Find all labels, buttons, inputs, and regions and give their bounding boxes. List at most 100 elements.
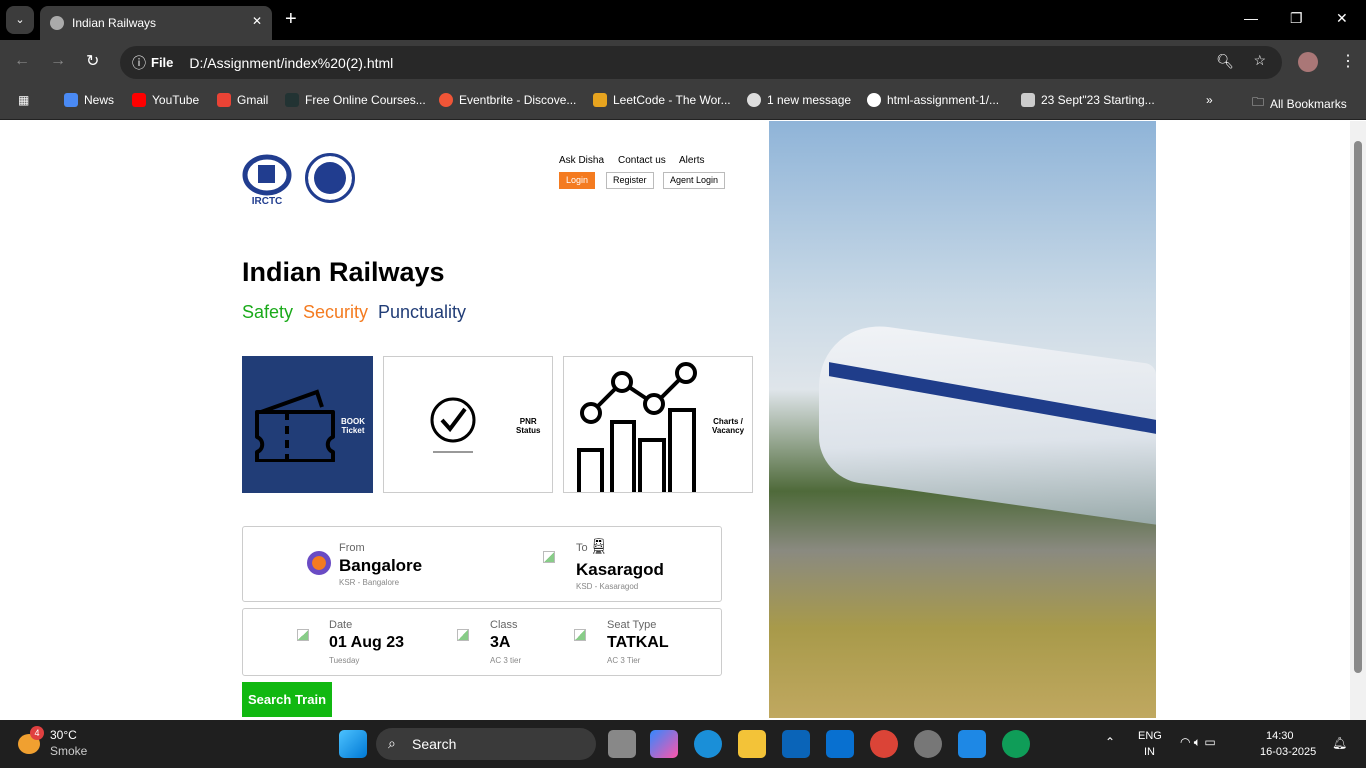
bookmark-gmail[interactable]: Gmail [217,93,268,107]
address-bar[interactable]: ⓘ File D:/Assignment/index%20(2).html 🔍︎… [120,46,1282,79]
url-text[interactable]: D:/Assignment/index%20(2).html [189,55,393,71]
date-label: Date [329,619,353,631]
settings-icon[interactable] [914,730,942,758]
forward-icon[interactable]: → [50,52,66,70]
contact-us-link[interactable]: Contact us [618,155,666,166]
pnr-status-card[interactable]: PNR Status [383,356,553,493]
minimize-button[interactable]: — [1244,10,1258,26]
tab-indian-railways[interactable]: Indian Railways ✕ [40,6,272,40]
outlook-icon[interactable] [782,730,810,758]
to-label: To [576,542,588,554]
from-label: From [339,542,365,554]
class-desc: AC 3 tier [490,656,522,665]
tab-title: Indian Railways [72,16,157,30]
toolbar: ← → ↻ ⓘ File D:/Assignment/index%20(2).h… [0,40,1366,85]
train-icon [307,551,331,575]
start-button[interactable] [339,730,367,758]
tab-strip: ⌄ Indian Railways ✕ + — ❐ ✕ [0,0,1366,40]
tagline-safety: Safety [242,302,294,322]
details-box[interactable]: Date 01 Aug 23 Tuesday Class 3A AC 3 tie… [242,608,722,676]
seat-type-label: Seat Type [607,619,657,631]
clock-time[interactable]: 14:30 [1266,730,1294,742]
bookmark-youtube[interactable]: YouTube [132,93,199,107]
language[interactable]: ENG [1138,730,1162,742]
wifi-icon[interactable]: ◠ 🔈︎ ▭ [1180,735,1216,750]
seat-type-value[interactable]: TATKAL [607,634,669,652]
chrome-profile-icon[interactable] [1002,730,1030,758]
menu-icon[interactable]: ⋮ [1340,51,1356,71]
login-button[interactable]: Login [559,172,596,189]
taskbar-search[interactable]: ⌕ Search [376,728,596,760]
svg-text:IRCTC: IRCTC [252,196,283,205]
agent-login-button[interactable]: Agent Login [663,172,726,189]
register-button[interactable]: Register [606,172,654,189]
alerts-link[interactable]: Alerts [679,155,705,166]
broken-image-icon [574,629,586,641]
journey-box[interactable]: From Bangalore KSR - Bangalore To 🚆︎ Kas… [242,526,722,602]
region[interactable]: IN [1144,746,1155,758]
to-code: KSD - Kasaragod [576,582,639,591]
date-value[interactable]: 01 Aug 23 [329,634,404,652]
from-code: KSR - Bangalore [339,578,400,587]
new-tab-button[interactable]: + [285,8,297,31]
tab-search-button[interactable]: ⌄ [6,6,34,34]
edge-icon[interactable] [694,730,722,758]
more-bookmarks-icon[interactable]: » [1206,93,1213,107]
close-window-button[interactable]: ✕ [1336,10,1348,27]
check-circle-icon [430,397,476,453]
info-icon[interactable]: ⓘ [132,53,146,73]
copilot-icon[interactable] [650,730,678,758]
to-station[interactable]: Kasaragod [576,560,664,580]
bookmark-github[interactable]: html-assignment-1/... [867,93,999,107]
reload-icon[interactable]: ↻ [86,51,99,71]
bookmark-eventbrite[interactable]: Eventbrite - Discove... [439,93,576,107]
apps-icon[interactable]: ▦ [18,93,29,107]
maximize-button[interactable]: ❐ [1290,10,1303,27]
clock-date[interactable]: 16-03-2025 [1260,746,1316,758]
broken-image-icon [297,629,309,641]
book-ticket-card[interactable]: BOOK Ticket [242,356,373,493]
page-title: Indian Railways [242,257,445,287]
card-label: PNR [519,417,537,426]
task-view-icon[interactable] [608,730,636,758]
tray-chevron-icon[interactable]: ⌃ [1105,735,1115,749]
scrollbar[interactable] [1350,121,1366,720]
tagline-punctuality: Punctuality [378,302,467,322]
vscode-icon[interactable] [958,730,986,758]
ticket-icon [255,389,335,462]
class-label: Class [490,619,518,631]
close-tab-icon[interactable]: ✕ [252,14,262,28]
card-label: Charts / [713,417,743,426]
tagline-security: Security [303,302,369,322]
weather-temp: 30°C [50,728,77,742]
from-station[interactable]: Bangalore [339,556,422,576]
folder-icon: 🗀 [1252,95,1265,109]
file-explorer-icon[interactable] [738,730,766,758]
charts-vacancy-card[interactable]: Charts / Vacancy [563,356,753,493]
search-icon: ⌕ [388,735,396,751]
bookmark-sept[interactable]: 23 Sept"23 Starting... [1021,93,1155,107]
class-value[interactable]: 3A [490,634,510,652]
broken-image-icon [457,629,469,641]
bookmark-free-courses[interactable]: Free Online Courses... [285,93,426,107]
weather-desc: Smoke [50,744,88,758]
star-icon[interactable]: ☆ [1253,52,1266,69]
myhp-icon[interactable] [826,730,854,758]
chrome-icon[interactable] [870,730,898,758]
train-image [769,121,1156,718]
bookmark-message[interactable]: 1 new message [747,93,851,107]
notification-icon[interactable]: 🔔︎ [1332,736,1347,750]
card-label: Status [516,426,541,435]
back-icon[interactable]: ← [14,52,30,70]
ask-disha-link[interactable]: Ask Disha [559,155,604,166]
irctc-logo[interactable]: IRCTC [242,153,292,207]
bookmark-leetcode[interactable]: LeetCode - The Wor... [593,93,731,107]
scrollbar-thumb[interactable] [1354,141,1362,673]
chart-icon [577,362,697,492]
bookmark-news[interactable]: News [64,93,114,107]
zoom-icon[interactable]: 🔍︎ [1216,53,1234,70]
search-train-button[interactable]: Search Train [242,682,332,717]
all-bookmarks[interactable]: 🗀 All Bookmarks [1252,93,1347,114]
taskbar: 4 30°C Smoke ⌕ Search ⌃ ENG IN ◠ 🔈︎ ▭ 14:… [0,720,1366,768]
avatar[interactable] [1298,52,1318,72]
